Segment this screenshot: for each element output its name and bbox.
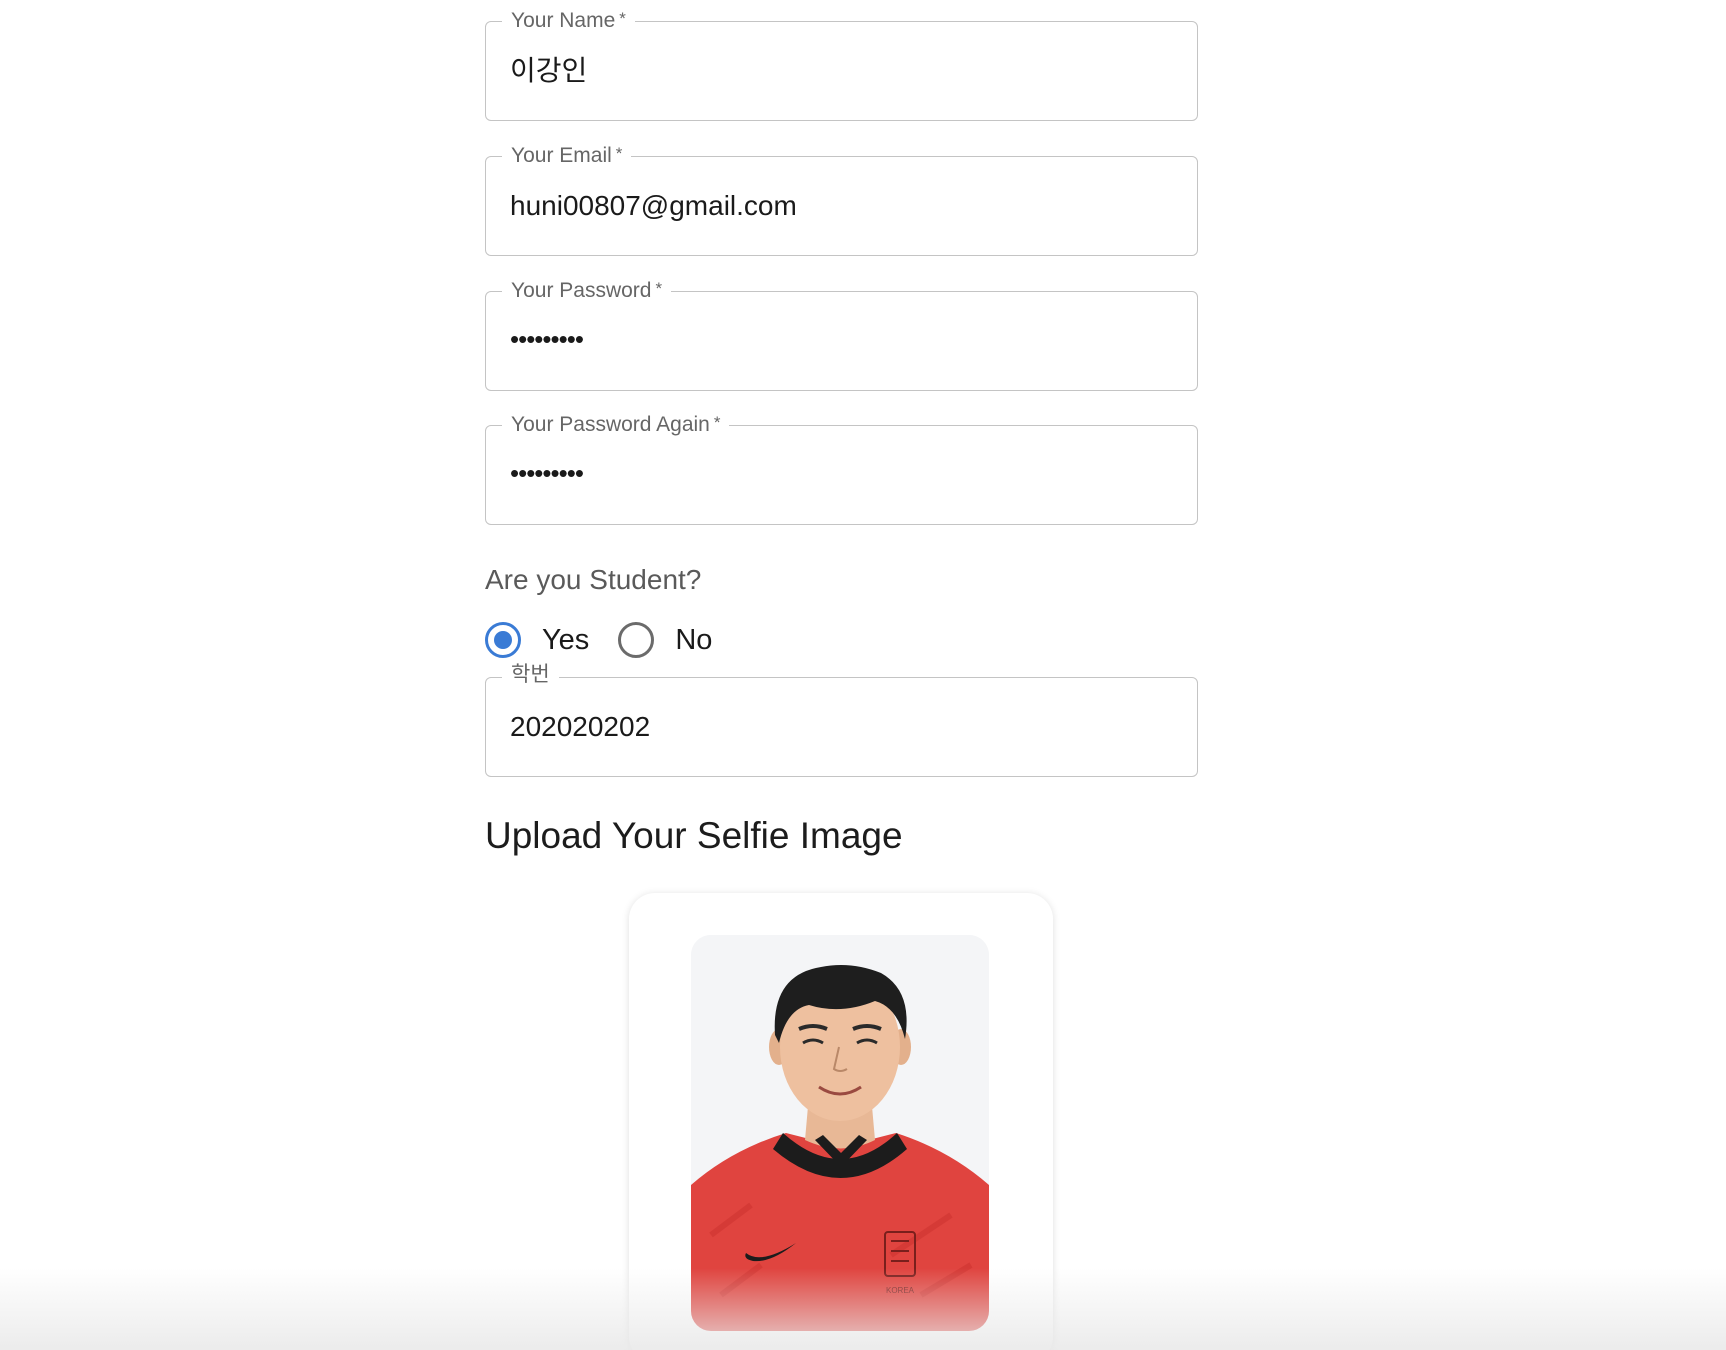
email-field-label: Your Email * <box>502 142 632 168</box>
student-radio-group: Yes No <box>485 620 741 660</box>
radio-yes-label[interactable]: Yes <box>542 620 589 660</box>
selfie-upload-card[interactable]: KOREA <box>629 893 1053 1350</box>
radio-no-label[interactable]: No <box>675 620 712 660</box>
student-id-input[interactable] <box>510 708 1160 746</box>
student-question: Are you Student? <box>485 564 702 595</box>
email-field[interactable]: Your Email * <box>485 142 1198 256</box>
selfie-photo: KOREA <box>691 935 989 1331</box>
student-id-field-label: 학번 <box>502 663 559 687</box>
password-again-input[interactable]: ••••••••• <box>510 454 1160 492</box>
signup-form-page: Your Name* Your Email* Your Password* ••… <box>0 0 1726 1350</box>
selfie-photo-illustration: KOREA <box>691 935 989 1331</box>
radio-no[interactable] <box>618 622 655 658</box>
password-field[interactable]: Your Password * ••••••••• <box>485 277 1198 391</box>
password-again-field-label: Your Password Again * <box>502 411 730 437</box>
password-input[interactable]: ••••••••• <box>510 320 1160 358</box>
email-input[interactable] <box>510 187 1160 225</box>
password-again-field[interactable]: Your Password Again * ••••••••• <box>485 411 1198 525</box>
radio-yes[interactable] <box>485 622 521 658</box>
upload-selfie-title: Upload Your Selfie Image <box>485 815 903 856</box>
jersey-badge-text: KOREA <box>886 1286 915 1295</box>
password-field-label: Your Password * <box>502 277 672 303</box>
name-field[interactable]: Your Name * <box>485 7 1198 121</box>
name-input[interactable] <box>510 52 1160 90</box>
name-field-label: Your Name * <box>502 7 635 33</box>
student-id-field[interactable]: 학번 <box>485 663 1198 777</box>
